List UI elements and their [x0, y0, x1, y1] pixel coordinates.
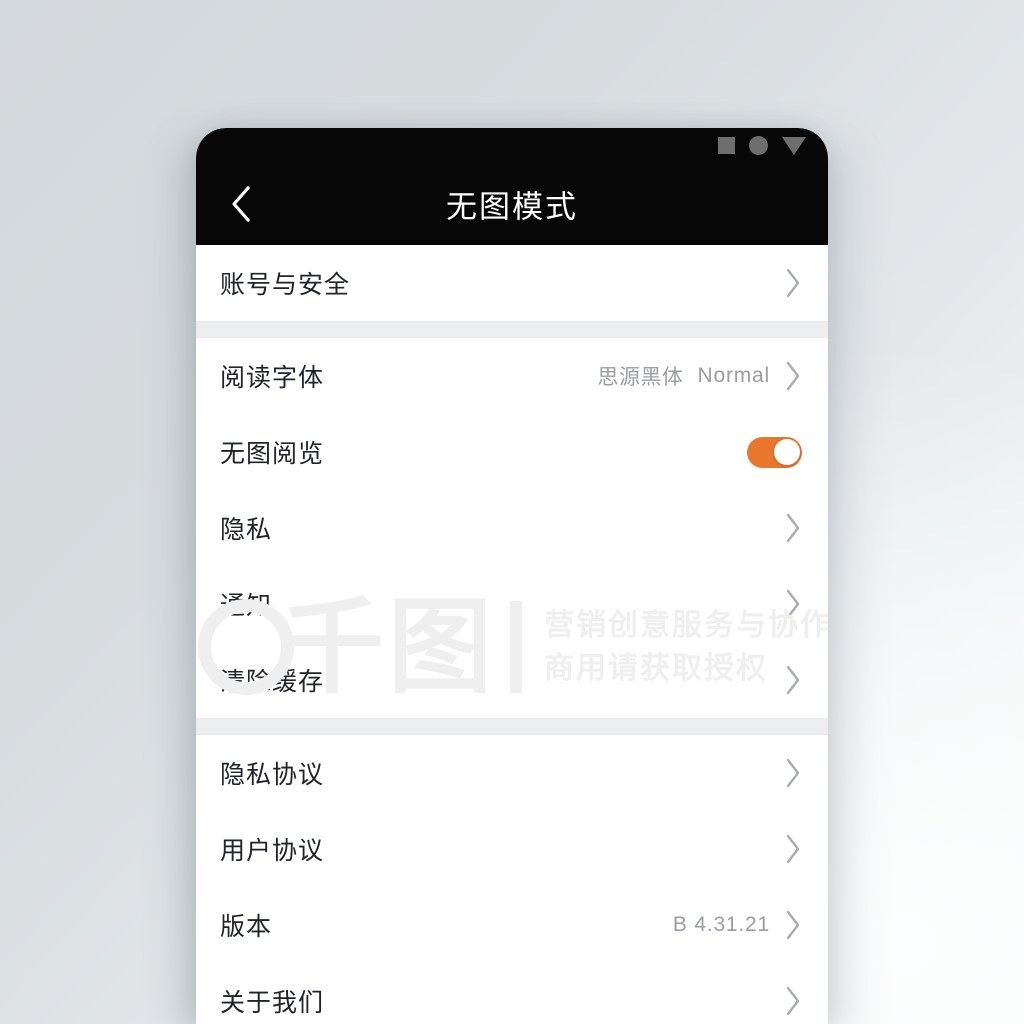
settings-row-clear-cache[interactable]: 清除缓存	[196, 642, 828, 718]
row-label: 用户协议	[220, 837, 325, 865]
settings-list: 千图 营销创意服务与协作平台 商用请获取授权 账号与安全	[196, 245, 828, 1024]
imageless-browsing-toggle[interactable]	[747, 436, 802, 468]
section-separator	[196, 718, 828, 735]
settings-row-version[interactable]: 版本 B 4.31.21	[196, 887, 828, 963]
row-label: 无图阅览	[220, 440, 325, 468]
row-label: 清除缓存	[220, 668, 325, 696]
chevron-right-icon[interactable]	[784, 588, 802, 620]
chevron-right-icon[interactable]	[784, 360, 802, 392]
triangle-down-icon	[782, 136, 806, 155]
toggle-knob	[773, 439, 800, 465]
chevron-right-icon[interactable]	[784, 985, 802, 1017]
row-value-font-name: 思源黑体	[597, 366, 684, 389]
row-label: 版本	[220, 913, 273, 941]
square-icon	[718, 137, 735, 154]
chevron-right-icon[interactable]	[784, 267, 802, 299]
settings-group-account: 账号与安全	[196, 245, 828, 321]
row-accessory	[784, 267, 802, 299]
row-label: 关于我们	[220, 989, 325, 1017]
circle-icon	[749, 136, 768, 155]
row-accessory: B 4.31.21	[673, 909, 802, 941]
phone-device-frame: 无图模式 千图 营销创意服务与协作平台 商用请获取授权 账号与安全	[196, 128, 828, 1024]
row-value-version: B 4.31.21	[672, 913, 770, 936]
section-separator	[196, 321, 828, 338]
row-label: 账号与安全	[220, 271, 351, 299]
row-label: 隐私	[220, 516, 273, 544]
chevron-right-icon[interactable]	[784, 664, 802, 696]
page-title: 无图模式	[446, 189, 578, 225]
row-accessory	[784, 757, 802, 789]
settings-row-reading-font[interactable]: 阅读字体 思源黑体 Normal	[196, 338, 828, 414]
row-label: 隐私协议	[220, 761, 325, 789]
row-accessory	[784, 588, 802, 620]
chevron-right-icon[interactable]	[784, 757, 802, 789]
row-accessory	[784, 512, 802, 544]
settings-row-notifications[interactable]: 通知	[196, 566, 828, 642]
row-accessory: 思源黑体 Normal	[598, 360, 802, 392]
settings-row-imageless-browsing[interactable]: 无图阅览	[196, 414, 828, 490]
settings-row-user-agreement[interactable]: 用户协议	[196, 811, 828, 887]
status-bar	[718, 136, 806, 155]
settings-row-privacy-policy[interactable]: 隐私协议	[196, 735, 828, 811]
settings-row-about-us[interactable]: 关于我们	[196, 963, 828, 1024]
row-accessory	[784, 985, 802, 1017]
chevron-right-icon[interactable]	[784, 833, 802, 865]
page-backdrop: 无图模式 千图 营销创意服务与协作平台 商用请获取授权 账号与安全	[0, 0, 1024, 1024]
row-accessory	[784, 833, 802, 865]
row-value-font-weight: Normal	[697, 364, 770, 387]
settings-group-legal: 隐私协议 用户协议 版本 B 4.31.21 关于我们	[196, 735, 828, 1024]
row-label: 通知	[220, 592, 273, 620]
navigation-bar: 无图模式	[196, 168, 828, 240]
settings-group-reading: 阅读字体 思源黑体 Normal 无图阅览 隐私 通知 清除缓存	[196, 338, 828, 718]
row-accessory	[784, 664, 802, 696]
app-header: 无图模式	[196, 128, 828, 245]
row-label: 阅读字体	[220, 364, 325, 392]
row-accessory	[747, 436, 802, 468]
settings-row-privacy[interactable]: 隐私	[196, 490, 828, 566]
chevron-right-icon[interactable]	[784, 512, 802, 544]
settings-row-account-security[interactable]: 账号与安全	[196, 245, 828, 321]
chevron-right-icon[interactable]	[784, 909, 802, 941]
